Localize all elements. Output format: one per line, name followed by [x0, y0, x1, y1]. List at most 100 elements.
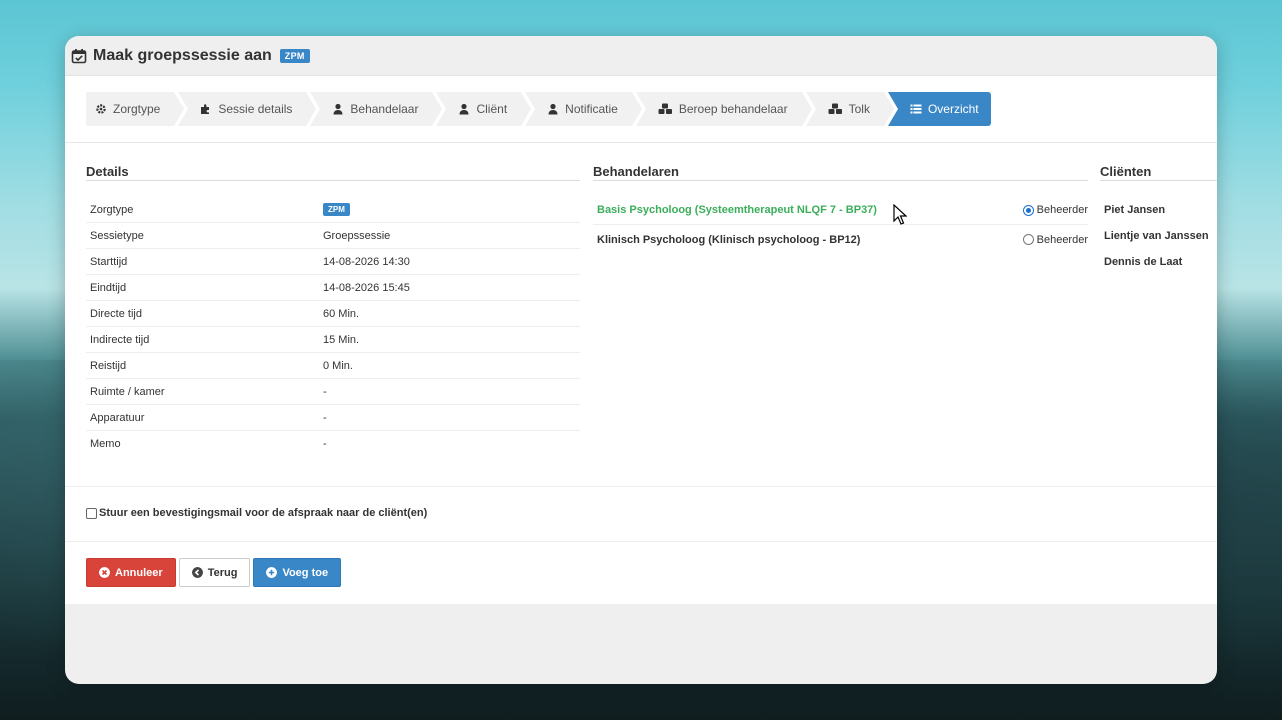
- list-item: Basis Psycholoog (Systeemtherapeut NLQF …: [593, 196, 1088, 225]
- detail-value: -: [323, 411, 327, 424]
- table-row: Sessietype Groepssessie: [86, 223, 580, 249]
- behandelaar-name: Klinisch Psycholoog (Klinisch psycholoog…: [597, 233, 861, 246]
- step-label: Cliënt: [476, 102, 508, 116]
- wizard-divider: [65, 142, 1217, 143]
- detail-value: 15 Min.: [323, 333, 360, 346]
- client-name: Piet Jansen: [1104, 204, 1166, 216]
- detail-label: Apparatuur: [90, 411, 145, 424]
- mouse-cursor-icon: [893, 204, 907, 225]
- step-behandelaar[interactable]: Behandelaar: [310, 92, 443, 126]
- detail-label: Eindtijd: [90, 281, 127, 294]
- detail-value: 14-08-2026 14:30: [323, 255, 410, 268]
- detail-value: Groepssessie: [323, 229, 391, 242]
- section-divider: [65, 486, 1217, 487]
- calendar-check-icon: [71, 48, 87, 63]
- table-row: Ruimte / kamer -: [86, 379, 580, 405]
- table-row: Reistijd 0 Min.: [86, 353, 580, 379]
- step-label: Notificatie: [565, 102, 618, 116]
- dialog-header: Maak groepssessie aan ZPM: [65, 36, 1217, 76]
- step-label: Sessie details: [218, 102, 293, 116]
- behandelaren-rule: [593, 180, 1088, 181]
- wizard-steps: Zorgtype Sessie details Behandelaar Clië…: [86, 92, 995, 126]
- step-client[interactable]: Cliënt: [436, 92, 531, 126]
- gear-icon: [96, 104, 106, 114]
- step-tolk[interactable]: Tolk: [805, 92, 895, 126]
- table-row: Directe tijd 60 Min.: [86, 301, 580, 327]
- clienten-list: Piet Jansen Lientje van Janssen Dennis d…: [1100, 197, 1217, 275]
- step-label: Overzicht: [927, 102, 979, 116]
- behandelaren-title: Behandelaren: [593, 164, 679, 179]
- detail-label: Directe tijd: [90, 307, 142, 320]
- cancel-label: Annuleer: [115, 566, 163, 579]
- table-row: Zorgtype ZPM: [86, 197, 580, 223]
- beheerder-radio[interactable]: [1022, 234, 1034, 245]
- confirmation-mail-checkbox[interactable]: [86, 507, 97, 519]
- table-row: Apparatuur -: [86, 405, 580, 431]
- user-icon: [333, 103, 343, 115]
- times-circle-icon: [99, 567, 110, 578]
- step-label: Beroep behandelaar: [678, 102, 788, 116]
- clienten-rule: [1100, 180, 1217, 181]
- step-notificatie[interactable]: Notificatie: [525, 92, 642, 126]
- detail-value: 60 Min.: [323, 307, 360, 320]
- confirmation-mail-label: Stuur een bevestigingsmail voor de afspr…: [99, 507, 428, 519]
- section-divider: [65, 541, 1217, 542]
- back-button[interactable]: Terug: [178, 558, 251, 587]
- step-overzicht[interactable]: Overzicht: [887, 92, 991, 126]
- cancel-button[interactable]: Annuleer: [86, 558, 176, 587]
- user-icon: [459, 103, 469, 115]
- table-row: Indirecte tijd 15 Min.: [86, 327, 580, 353]
- detail-label: Sessietype: [90, 229, 144, 242]
- details-rule: [86, 180, 580, 181]
- step-label: Tolk: [848, 102, 870, 116]
- detail-label: Starttijd: [90, 255, 128, 268]
- table-row: Memo -: [86, 431, 580, 457]
- plus-circle-icon: [266, 567, 278, 578]
- user-icon: [548, 103, 558, 115]
- detail-label: Memo: [90, 438, 121, 450]
- detail-value: -: [323, 385, 327, 398]
- detail-value: 14-08-2026 15:45: [323, 281, 410, 294]
- detail-label: Reistijd: [90, 359, 127, 372]
- arrow-circle-left-icon: [191, 567, 203, 578]
- step-beroep-behandelaar[interactable]: Beroep behandelaar: [635, 92, 812, 126]
- create-group-session-dialog: Maak groepssessie aan ZPM Zorgtype Sessi…: [65, 36, 1217, 684]
- clienten-title: Cliënten: [1100, 164, 1152, 179]
- details-title: Details: [86, 164, 129, 179]
- add-button[interactable]: Voeg toe: [253, 558, 342, 587]
- detail-value: 0 Min.: [323, 359, 353, 372]
- step-label: Behandelaar: [350, 102, 419, 116]
- cubes-icon: [828, 103, 842, 114]
- confirmation-mail-option[interactable]: Stuur een bevestigingsmail voor de afspr…: [86, 507, 427, 519]
- puzzle-icon: [201, 104, 210, 114]
- table-row: Eindtijd 14-08-2026 15:45: [86, 275, 580, 301]
- beheerder-radio[interactable]: [1022, 204, 1034, 216]
- behandelaren-list: Basis Psycholoog (Systeemtherapeut NLQF …: [593, 196, 1088, 254]
- behandelaar-name: Basis Psycholoog (Systeemtherapeut NLQF …: [597, 204, 877, 216]
- beheerder-radio-option[interactable]: Beheerder: [1022, 233, 1088, 246]
- detail-label: Ruimte / kamer: [90, 385, 165, 398]
- detail-value: -: [323, 438, 327, 450]
- cubes-icon: [658, 103, 672, 114]
- dialog-title: Maak groepssessie aan: [93, 46, 272, 64]
- add-label: Voeg toe: [282, 566, 329, 579]
- button-bar: Annuleer Terug Voeg toe: [86, 558, 344, 587]
- client-name: Dennis de Laat: [1104, 256, 1183, 268]
- table-row: Starttijd 14-08-2026 14:30: [86, 249, 580, 275]
- zorgtype-badge: ZPM: [279, 48, 310, 63]
- details-table: Zorgtype ZPM Sessietype Groepssessie Sta…: [86, 197, 580, 457]
- list-item: Klinisch Psycholoog (Klinisch psycholoog…: [593, 225, 1088, 254]
- back-label: Terug: [207, 566, 238, 579]
- step-label: Zorgtype: [113, 102, 161, 116]
- detail-value: ZPM: [323, 203, 580, 216]
- step-zorgtype[interactable]: Zorgtype: [86, 92, 185, 126]
- radio-label: Beheerder: [1036, 233, 1088, 246]
- radio-label: Beheerder: [1036, 204, 1088, 216]
- step-sessie-details[interactable]: Sessie details: [178, 92, 317, 126]
- beheerder-radio-option[interactable]: Beheerder: [1022, 204, 1088, 216]
- list-icon: [910, 104, 922, 114]
- detail-label: Zorgtype: [90, 203, 134, 216]
- dialog-body: Zorgtype Sessie details Behandelaar Clië…: [65, 76, 1217, 604]
- zorgtype-badge: ZPM: [323, 203, 350, 216]
- client-name: Lientje van Janssen: [1104, 230, 1209, 242]
